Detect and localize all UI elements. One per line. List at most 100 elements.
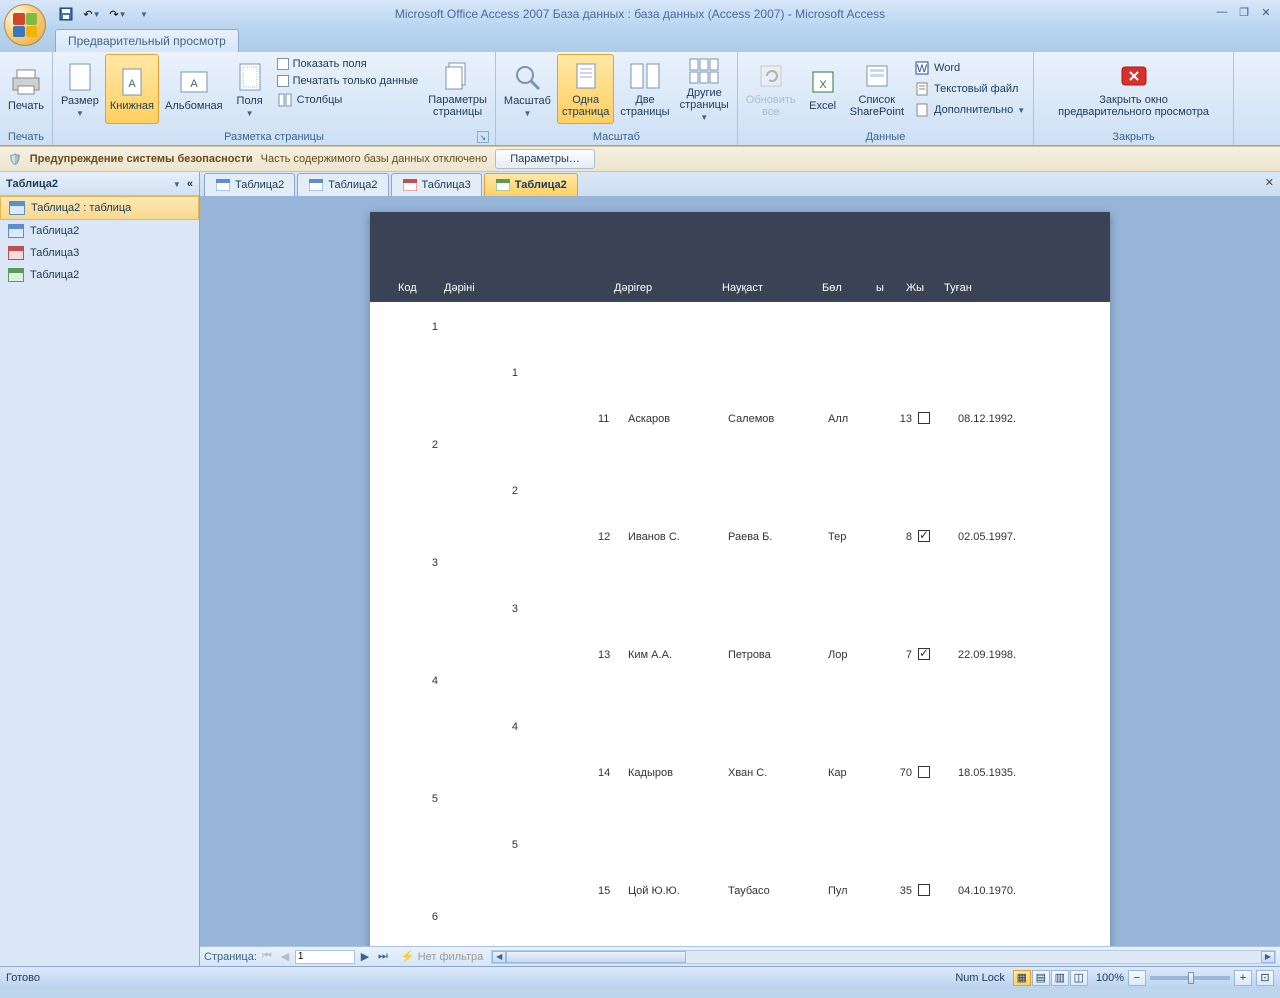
show-fields-checkbox[interactable]: Показать поля bbox=[273, 56, 423, 72]
doc-tab[interactable]: Таблица3 bbox=[391, 173, 482, 196]
more-pages-button[interactable]: Другие страницы▼ bbox=[676, 54, 733, 124]
nav-item[interactable]: Таблица2 : таблица bbox=[0, 196, 199, 220]
view-report-button[interactable]: ▦ bbox=[1013, 970, 1031, 986]
nav-item[interactable]: Таблица3 bbox=[0, 242, 199, 264]
print-button[interactable]: Печать bbox=[4, 54, 48, 124]
landscape-icon: A bbox=[178, 66, 210, 98]
tab-print-preview[interactable]: Предварительный просмотр bbox=[55, 29, 239, 52]
view-design-button[interactable]: ◫ bbox=[1070, 970, 1088, 986]
close-preview-button[interactable]: Закрыть окно предварительного просмотра bbox=[1054, 54, 1213, 124]
save-icon[interactable] bbox=[55, 3, 77, 25]
col-patient: Науқаст bbox=[722, 282, 822, 294]
zoom-control: 100% − + ⊡ bbox=[1096, 970, 1274, 986]
shield-icon: 🛡️ bbox=[8, 153, 22, 166]
one-page-button[interactable]: Одна страница bbox=[557, 54, 614, 124]
office-button[interactable] bbox=[4, 4, 46, 46]
word-icon: W bbox=[914, 60, 930, 76]
undo-icon[interactable]: ↶▼ bbox=[81, 3, 103, 25]
scroll-left-button[interactable]: ◀ bbox=[492, 951, 506, 963]
refresh-icon bbox=[755, 60, 787, 92]
excel-button[interactable]: XExcel bbox=[802, 54, 844, 124]
margins-label: Поля bbox=[237, 95, 263, 107]
col-code: Код bbox=[398, 282, 444, 294]
view-layout-button[interactable]: ▥ bbox=[1051, 970, 1069, 986]
next-page-button[interactable]: ▶ bbox=[357, 949, 373, 965]
minimize-button[interactable]: — bbox=[1212, 4, 1232, 20]
ribbon: Печать Печать Размер▼ AКнижная AАльбомна… bbox=[0, 52, 1280, 146]
col-med: Дәріні bbox=[444, 282, 614, 294]
redo-icon[interactable]: ↷▼ bbox=[107, 3, 129, 25]
nav-item[interactable]: Таблица2 bbox=[0, 220, 199, 242]
group-close-label: Закрыть bbox=[1054, 129, 1213, 145]
print-preview-area[interactable]: Код Дәріні Дәрігер Науқаст Бөл ы Жы Туға… bbox=[200, 196, 1280, 946]
col-born: Туған bbox=[944, 282, 972, 294]
doc-tab[interactable]: Таблица2 bbox=[204, 173, 295, 196]
scroll-right-button[interactable]: ▶ bbox=[1261, 951, 1275, 963]
more-export-button[interactable]: Дополнительно▼ bbox=[910, 100, 1029, 120]
svg-text:X: X bbox=[819, 79, 827, 91]
zoom-value: 100% bbox=[1096, 972, 1124, 984]
security-warning-bar: 🛡️ Предупреждение системы безопасности Ч… bbox=[0, 146, 1280, 172]
doc-tab[interactable]: Таблица2 bbox=[297, 173, 388, 196]
dialog-launcher-icon[interactable]: ↘ bbox=[477, 131, 489, 143]
table-icon bbox=[9, 201, 25, 215]
doc-tab[interactable]: Таблица2 bbox=[484, 173, 578, 196]
size-button[interactable]: Размер▼ bbox=[57, 54, 103, 124]
doc-tab-label: Таблица3 bbox=[422, 179, 471, 191]
page-setup-button[interactable]: Параметры страницы bbox=[424, 54, 491, 124]
more-icon bbox=[914, 102, 930, 118]
show-fields-label: Показать поля bbox=[293, 58, 367, 70]
zoom-in-button[interactable]: + bbox=[1234, 970, 1252, 986]
text-file-icon bbox=[914, 81, 930, 97]
close-button[interactable]: ✕ bbox=[1256, 4, 1276, 20]
print-data-only-checkbox[interactable]: Печатать только данные bbox=[273, 73, 423, 89]
zoom-button[interactable]: Масштаб▼ bbox=[500, 54, 555, 124]
refresh-label: Обновить все bbox=[746, 94, 796, 118]
status-numlock: Num Lock bbox=[955, 972, 1005, 984]
prev-page-button[interactable]: ◀ bbox=[277, 949, 293, 965]
portrait-button[interactable]: AКнижная bbox=[105, 54, 159, 124]
nav-dropdown-icon[interactable]: ▼ bbox=[173, 180, 181, 189]
group-zoom-label: Масштаб bbox=[500, 129, 733, 145]
last-page-button[interactable]: ⏭ bbox=[375, 949, 391, 965]
nav-collapse-icon[interactable]: « bbox=[187, 178, 193, 190]
table-icon bbox=[215, 177, 231, 193]
two-pages-button[interactable]: Две страницы bbox=[616, 54, 673, 124]
report-header: Код Дәріні Дәрігер Науқаст Бөл ы Жы Туға… bbox=[370, 212, 1110, 302]
report-page: Код Дәріні Дәрігер Науқаст Бөл ы Жы Туға… bbox=[370, 212, 1110, 946]
horizontal-scrollbar[interactable]: ◀ ▶ bbox=[491, 950, 1276, 964]
text-file-button[interactable]: Текстовый файл bbox=[910, 79, 1029, 99]
quick-access-toolbar: ↶▼ ↷▼ ▼ bbox=[55, 3, 155, 25]
view-print-button[interactable]: ▤ bbox=[1032, 970, 1050, 986]
navigation-pane-header[interactable]: Таблица2 ▼ « bbox=[0, 172, 199, 196]
zoom-fit-button[interactable]: ⊡ bbox=[1256, 970, 1274, 986]
landscape-button[interactable]: A Альбомная bbox=[161, 54, 227, 124]
col-y: ы bbox=[876, 282, 906, 294]
columns-icon bbox=[277, 92, 293, 108]
security-options-button[interactable]: Параметры… bbox=[495, 149, 595, 169]
report-group: 3313Ким А.А.ПетроваЛор722.09.1998. bbox=[398, 550, 1082, 668]
restore-button[interactable]: ❐ bbox=[1234, 4, 1254, 20]
table-icon bbox=[308, 177, 324, 193]
ribbon-tab-row: Предварительный просмотр bbox=[0, 28, 1280, 52]
sharepoint-button[interactable]: Список SharePoint bbox=[846, 54, 908, 124]
close-preview-icon bbox=[1118, 60, 1150, 92]
qat-customize-icon[interactable]: ▼ bbox=[133, 3, 155, 25]
nav-item[interactable]: Таблица2 bbox=[0, 264, 199, 286]
page-setup-label: Параметры страницы bbox=[428, 94, 487, 118]
security-title: Предупреждение системы безопасности bbox=[30, 153, 253, 165]
sharepoint-label: Список SharePoint bbox=[850, 94, 904, 118]
columns-button[interactable]: Столбцы bbox=[273, 90, 423, 110]
word-button[interactable]: WWord bbox=[910, 58, 1029, 78]
margins-button[interactable]: Поля▼ bbox=[229, 54, 271, 124]
first-page-button[interactable]: ⏮ bbox=[259, 949, 275, 965]
scroll-thumb[interactable] bbox=[506, 951, 686, 963]
more-pages-label: Другие страницы bbox=[680, 87, 729, 111]
view-buttons: ▦ ▤ ▥ ◫ bbox=[1013, 970, 1088, 986]
landscape-label: Альбомная bbox=[165, 100, 223, 112]
zoom-out-button[interactable]: − bbox=[1128, 970, 1146, 986]
doc-tab-close-icon[interactable]: ✕ bbox=[1265, 176, 1274, 189]
zoom-slider[interactable] bbox=[1150, 976, 1230, 980]
page-number-input[interactable] bbox=[295, 950, 355, 964]
col-age: Жы bbox=[906, 282, 944, 294]
